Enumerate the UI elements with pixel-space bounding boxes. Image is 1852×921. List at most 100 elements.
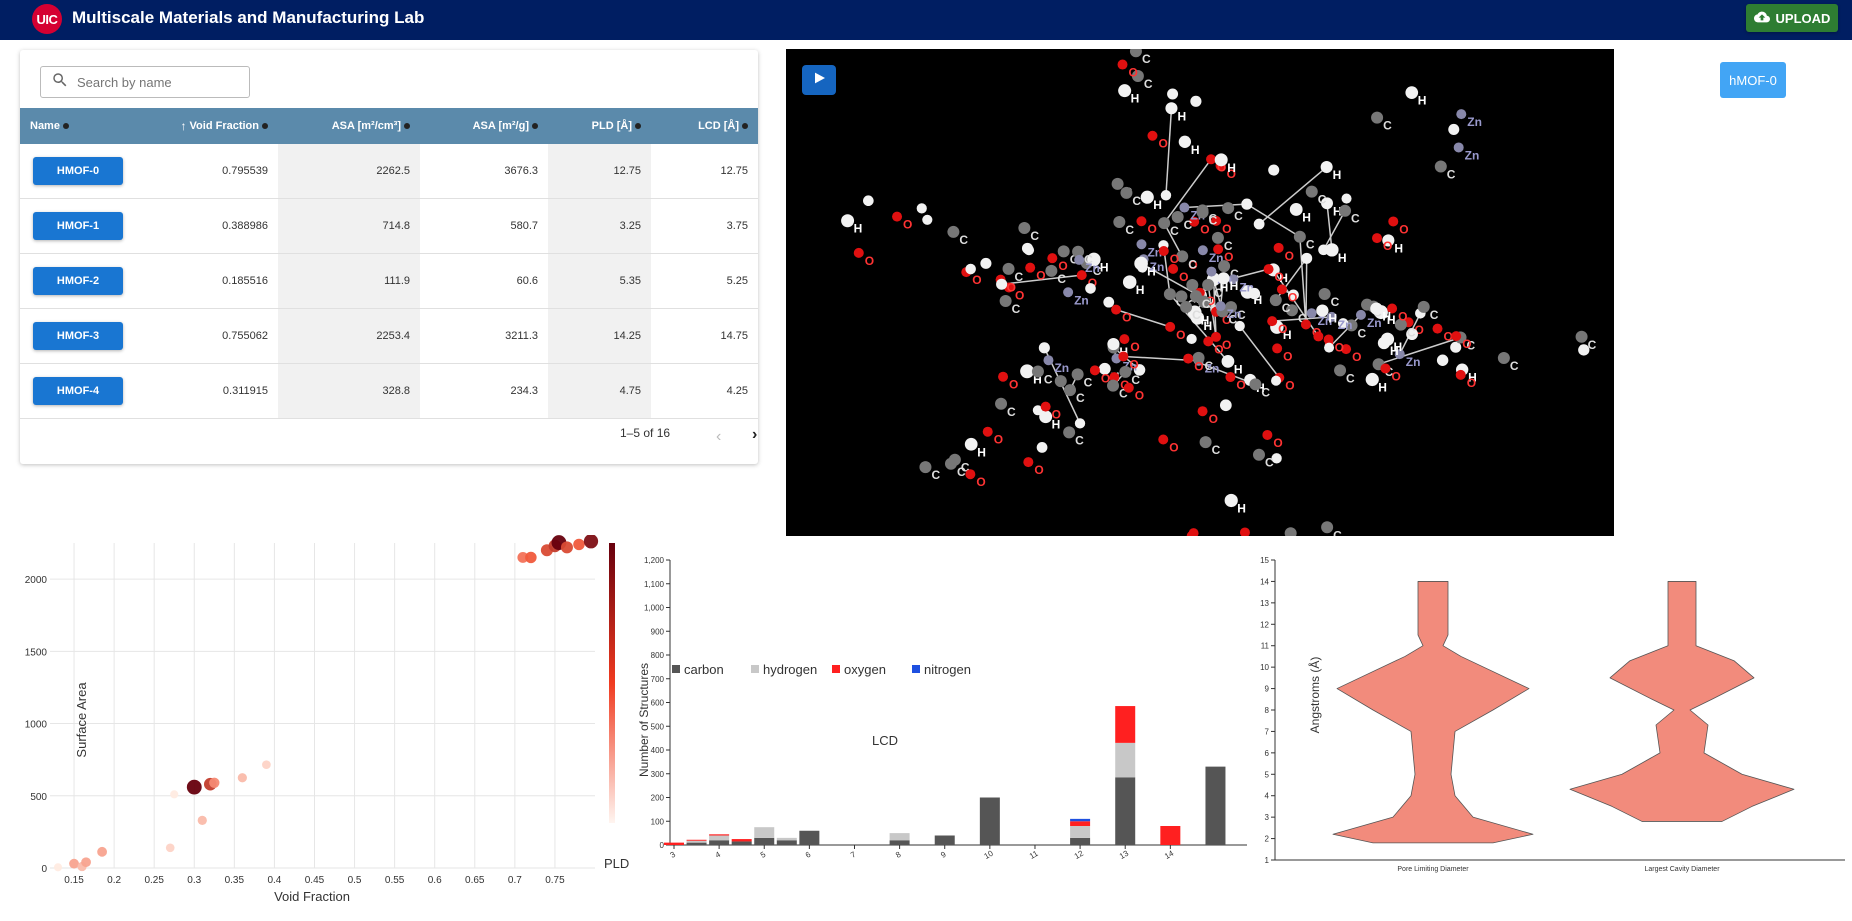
atom (1371, 111, 1384, 124)
atom (1293, 230, 1306, 243)
bar-segment-hydrogen[interactable] (754, 827, 775, 838)
bar-segment-carbon[interactable] (979, 797, 1000, 846)
atom (965, 263, 976, 275)
bar-segment-hydrogen[interactable] (1070, 826, 1091, 838)
col-header-asa-g[interactable]: ASA [m²/g] (420, 108, 548, 144)
scatter-y-tick-label: 2000 (25, 575, 48, 586)
search-input[interactable] (77, 74, 227, 90)
scatter-point[interactable] (81, 857, 91, 868)
bar-segment-oxygen[interactable] (1160, 826, 1181, 845)
atom-label: Zn (1085, 261, 1100, 275)
bar-segment-carbon[interactable] (1205, 766, 1226, 845)
scatter-point[interactable] (186, 779, 202, 795)
atom (1214, 153, 1228, 167)
atom (1197, 406, 1208, 417)
atom (1167, 88, 1179, 100)
scatter-point[interactable] (573, 538, 585, 551)
bar-segment-hydrogen[interactable] (686, 840, 707, 843)
scatter-point[interactable] (165, 843, 175, 853)
bar-segment-hydrogen[interactable] (709, 835, 730, 841)
mof-button-hmof-4[interactable]: HMOF-4 (33, 377, 123, 405)
bar-segment-hydrogen[interactable] (1115, 742, 1136, 778)
bond-line (1258, 166, 1328, 225)
atom (1417, 300, 1430, 313)
bar-segment-oxygen[interactable] (686, 839, 707, 841)
mof-selector[interactable]: hMOF-0 (1720, 62, 1786, 98)
scatter-point[interactable] (583, 535, 599, 549)
scatter-point[interactable] (53, 863, 63, 872)
atom-label: C (1297, 534, 1306, 536)
atom (1180, 300, 1193, 313)
bar-segment-carbon[interactable] (709, 840, 730, 845)
col-header-asa-cm3[interactable]: ASA [m²/cm³] (278, 108, 420, 144)
bar-segment-carbon[interactable] (731, 841, 752, 845)
search-box[interactable] (40, 66, 250, 98)
col-header-lcd[interactable]: LCD [Å] (651, 108, 758, 144)
scatter-point[interactable] (97, 846, 107, 857)
scatter-point[interactable] (525, 551, 537, 564)
bar-segment-oxygen[interactable] (1115, 706, 1136, 743)
mof-button-hmof-2[interactable]: HMOF-2 (33, 267, 123, 295)
atom-label: O (994, 433, 1003, 447)
scatter-point[interactable] (197, 815, 207, 825)
bar-segment-hydrogen[interactable] (776, 837, 797, 841)
bar-segment-carbon[interactable] (754, 837, 775, 845)
info-icon (635, 123, 641, 129)
bar-segment-carbon[interactable] (1070, 837, 1091, 845)
bar-segment-oxygen[interactable] (731, 839, 752, 842)
bar-segment-carbon[interactable] (776, 840, 797, 845)
scatter-point[interactable] (237, 773, 247, 783)
scatter-point[interactable] (170, 790, 179, 799)
mof-button-hmof-0[interactable]: HMOF-0 (33, 157, 123, 185)
scatter-point[interactable] (560, 541, 573, 554)
atom (1117, 59, 1128, 70)
mof-button-hmof-3[interactable]: HMOF-3 (33, 322, 123, 350)
violin-y-tick-label: 10 (1260, 663, 1269, 672)
atom (1071, 368, 1084, 381)
bar-segment-carbon[interactable] (934, 835, 955, 846)
atom-label: C (1015, 270, 1024, 284)
scatter-x-tick-label: 0.2 (107, 875, 121, 886)
mof-button-hmof-1[interactable]: HMOF-1 (33, 212, 123, 240)
play-button[interactable] (802, 65, 836, 95)
bar-segment-oxygen[interactable] (664, 842, 684, 845)
col-header-pld[interactable]: PLD [Å] (548, 108, 651, 144)
scatter-point[interactable] (209, 777, 220, 788)
scatter-point[interactable] (262, 760, 271, 770)
scatter-chart: 0.15 0.2 0.25 0.3 0.35 0.4 0.45 0.5 0.55 0.6 0.65 0… (25, 535, 629, 904)
atom-label: O (1335, 341, 1344, 355)
col-header-name[interactable]: Name (20, 108, 135, 144)
bar-segment-hydrogen[interactable] (889, 833, 910, 841)
pld-cell: 3.25 (548, 199, 651, 253)
upload-button[interactable]: UPLOAD (1746, 4, 1838, 32)
atom (1118, 84, 1132, 98)
atom-label: C (931, 468, 940, 482)
atom-label: O (1399, 222, 1408, 236)
atom (1089, 365, 1100, 376)
bar-segment-carbon[interactable] (686, 842, 707, 845)
bar-segment-carbon[interactable] (799, 830, 820, 845)
violin-shape[interactable] (1569, 581, 1795, 822)
violin-shape[interactable] (1332, 581, 1534, 844)
chevron-right-icon[interactable]: › (752, 426, 757, 444)
bar-segment-carbon[interactable] (1115, 777, 1136, 845)
atom (1380, 332, 1395, 346)
atom-label: C (1007, 405, 1016, 419)
chevron-left-icon[interactable]: ‹ (716, 428, 721, 446)
col-header-void-fraction[interactable]: ↑ Void Fraction (135, 108, 278, 144)
info-icon (404, 123, 410, 129)
atom-label: O (1222, 222, 1231, 236)
atom-label: C (1234, 209, 1243, 223)
void-fraction-cell: 0.311915 (222, 385, 268, 397)
atom (1206, 154, 1217, 165)
bar-segment-carbon[interactable] (889, 840, 910, 845)
bar-segment-oxygen[interactable] (1070, 821, 1091, 826)
asa-g-cell: 60.6 (516, 275, 538, 287)
bar-segment-nitrogen[interactable] (1070, 818, 1091, 822)
atom (1178, 135, 1192, 148)
atom (1171, 210, 1184, 223)
atom-label: O (1283, 349, 1292, 363)
bar-segment-oxygen[interactable] (709, 834, 730, 836)
atom (1272, 343, 1283, 354)
molecule-viewer[interactable]: CHOZnCCCOOHCHOHHCOCHOZnOCCOCCOHOCCCCCHZn… (786, 49, 1614, 536)
